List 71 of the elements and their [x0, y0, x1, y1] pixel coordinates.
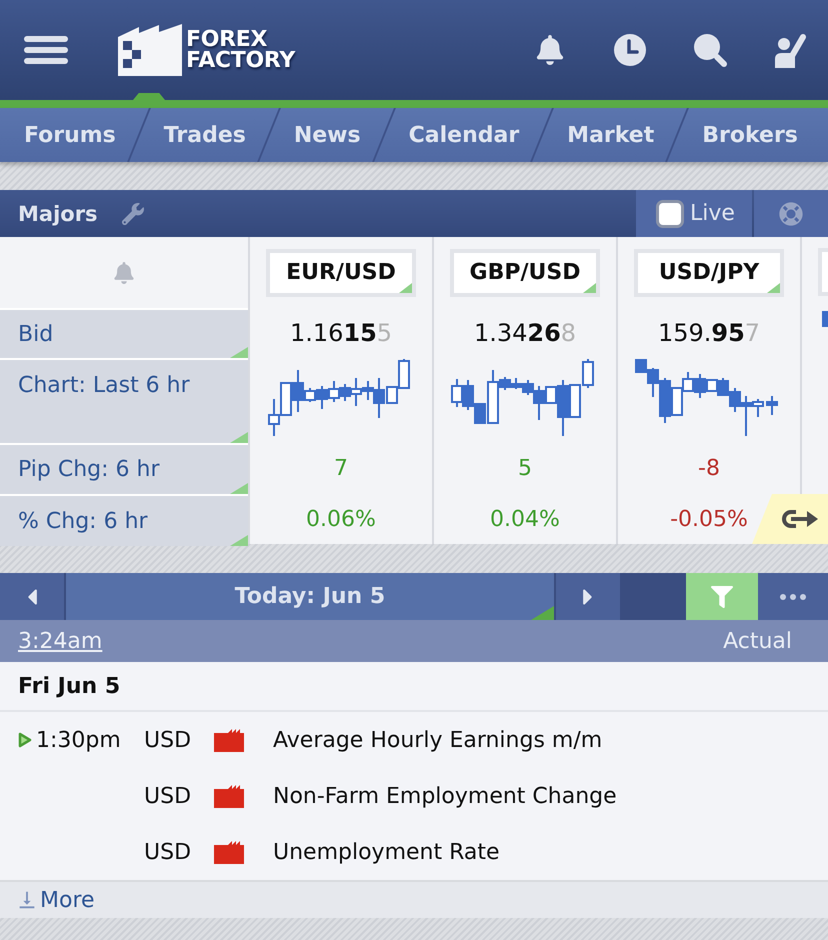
candle	[717, 378, 729, 396]
next-day-button[interactable]	[556, 573, 620, 620]
corner-triangle-icon	[767, 282, 780, 292]
currency-label: USD	[144, 728, 192, 752]
clock-icon	[613, 33, 647, 67]
bid-price: 1.16155	[290, 319, 392, 347]
candle	[328, 381, 340, 402]
event-time: 1:30pm	[36, 728, 121, 752]
logo-link[interactable]: FOREX FACTORY	[118, 24, 295, 76]
percent-change: 0.06%	[306, 506, 376, 532]
row-label[interactable]: Chart: Last 6 hr	[0, 360, 248, 443]
search-icon	[692, 32, 728, 68]
bid-price: 159.957	[658, 319, 760, 347]
date-button[interactable]: Today: Jun 5	[66, 573, 554, 620]
live-toggle[interactable]: Live	[636, 190, 752, 237]
corner-triangle-icon	[583, 282, 596, 292]
currency-label: USD	[144, 840, 192, 864]
current-time-link[interactable]: 3:24am	[18, 628, 102, 654]
nav-tab[interactable]: Trades	[140, 108, 268, 162]
pair-label[interactable]: GBP/USD	[450, 248, 600, 296]
column-label: Actual	[723, 628, 792, 654]
row-label[interactable]: Pip Chg: 6 hr	[0, 445, 248, 494]
percent-change: -0.05%	[670, 506, 748, 532]
nav-tab[interactable]: Market	[543, 108, 676, 162]
candle	[268, 399, 280, 436]
more-link[interactable]: More	[16, 888, 95, 912]
pip-change: 7	[334, 456, 348, 481]
ring-icon	[779, 202, 803, 226]
event-title: Non-Farm Employment Change	[273, 784, 618, 808]
hook-arrow-icon	[779, 507, 819, 531]
corner-triangle-icon	[399, 282, 412, 292]
row-label[interactable]: Bid	[0, 310, 248, 358]
pip-change: 5	[518, 456, 532, 481]
candle	[451, 379, 463, 407]
candle	[280, 382, 292, 416]
filter-icon	[711, 586, 733, 608]
currency-label: USD	[144, 784, 192, 808]
event-title: Unemployment Rate	[273, 840, 501, 864]
bell-icon	[535, 35, 565, 65]
row-label[interactable]: % Chg: 6 hr	[0, 496, 248, 546]
factory-logo-icon	[118, 24, 182, 76]
edit-button[interactable]	[122, 202, 144, 224]
day-heading: Fri Jun 5	[18, 674, 120, 698]
live-checkbox[interactable]	[656, 200, 684, 228]
pair-label[interactable]: USD/JPY	[634, 248, 784, 296]
candle	[822, 311, 828, 327]
more-options-button[interactable]	[758, 573, 828, 620]
panel-title: Majors	[17, 202, 98, 226]
candle	[582, 359, 594, 388]
nav-tab[interactable]: Forums	[0, 108, 138, 162]
previous-day-button[interactable]	[0, 573, 64, 620]
pair-label[interactable]: EUR/USD	[266, 248, 416, 296]
candle	[462, 380, 474, 410]
corner-triangle-icon	[230, 535, 248, 546]
menu-icon	[24, 36, 68, 64]
user-icon	[773, 32, 807, 68]
percent-change: 0.04%	[490, 506, 560, 532]
nav-tab[interactable]: Calendar	[384, 108, 542, 162]
nav-tab[interactable]: News	[270, 108, 383, 162]
more-icon	[780, 594, 806, 600]
corner-triangle-icon	[531, 606, 554, 620]
corner-triangle-icon	[230, 483, 248, 494]
nav-tab[interactable]: Brokers	[678, 108, 820, 162]
pip-change: -8	[698, 456, 720, 481]
wrench-icon	[122, 202, 144, 224]
corner-triangle-icon	[230, 347, 248, 358]
event-title: Average Hourly Earnings m/m	[273, 728, 604, 752]
candle	[766, 396, 778, 415]
bid-price: 1.34268	[474, 319, 576, 347]
candle	[510, 378, 522, 389]
corner-triangle-icon	[230, 432, 248, 443]
